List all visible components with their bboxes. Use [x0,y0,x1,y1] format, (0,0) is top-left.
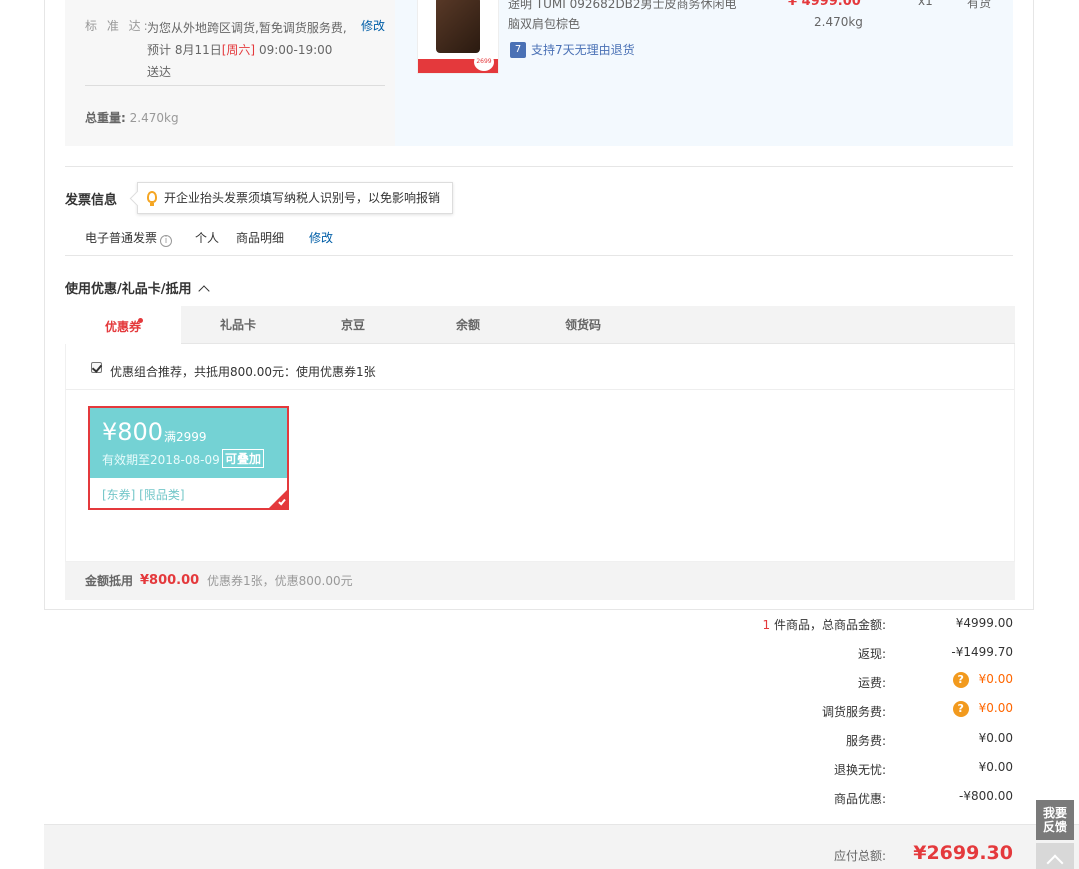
coupon-validity: 有效期至2018-08-09 [102,453,220,467]
service-fee-value: ¥0.00 [978,731,1013,745]
feedback-line-1: 我要 [1042,806,1067,820]
invoice-tip: 开企业抬头发票须填写纳税人识别号，以免影响报销 [137,182,454,214]
invoice-type: 电子普通发票 i [85,229,173,247]
discount-summary-amount: ¥800.00 [140,573,200,588]
product-quantity: x1 [918,0,933,8]
lightbulb-icon [147,191,157,206]
shipping-panel: 标 准 达: 为您从外地跨区调货,暂免调货服务费, 预计 8月11日[周六] 0… [65,0,395,146]
combo-recommendation: 优惠组合推荐，共抵用800.00元：使用优惠券1张 [110,365,376,379]
arrow-up-icon [1046,854,1064,869]
freight-label: 运费: [857,676,886,690]
combo-checkbox[interactable] [91,362,102,373]
seven-day-return-icon: 7 [510,42,526,58]
payable-amount: ¥2699.30 [913,842,1013,864]
feedback-button[interactable]: 我要 反馈 [1036,800,1074,840]
delivery-suffix: 送达 [147,65,172,79]
invoice-type-label: 电子普通发票 [85,231,158,245]
coupon-panel: 优惠组合推荐，共抵用800.00元：使用优惠券1张 ¥800 满2999 有效期… [65,344,1015,562]
invoice-content: 商品明细 [236,231,285,245]
discount-summary-desc: 优惠券1张，优惠800.00元 [207,574,353,588]
goods-total-text: 件商品，总商品金额: [773,618,886,632]
coupon-amount: ¥800 [102,418,164,446]
delivery-date: 预计 8月11日 [147,43,222,57]
stackable-badge: 可叠加 [222,449,265,468]
tab-pickup-code[interactable]: 领货码 [531,306,635,344]
edit-invoice-link[interactable]: 修改 [309,229,333,246]
product-panel: 2699 途明 TUMI 092682DB2男士皮商务休闲电脑双肩包棕色 ¥ 4… [395,0,1013,146]
info-icon[interactable]: i [160,235,173,247]
coupon-card[interactable]: ¥800 满2999 有效期至2018-08-09 可叠加 [东券] [限品类] [88,406,289,510]
chevron-up-icon [197,285,210,297]
divider [65,255,1013,256]
discount-summary: 金额抵用 ¥800.00 优惠券1张，优惠800.00元 [65,562,1015,600]
invoice-title: 发票信息 [65,193,118,208]
divider [66,389,1014,390]
transfer-fee-label: 调货服务费: [821,705,886,719]
product-discount-value: -¥800.00 [959,789,1013,803]
product-price: ¥ 4999.00 [788,0,861,9]
product-discount-label: 商品优惠: [833,792,886,806]
new-dot-icon [138,318,143,323]
product-image[interactable]: 2699 [417,0,499,74]
cashback-label: 返现: [857,647,886,661]
total-weight-value: 2.470kg [129,111,179,125]
total-weight: 总重量: 2.470kg [85,109,179,126]
tab-balance[interactable]: 余额 [415,306,521,344]
return-policy-link[interactable]: 支持7天无理由退货 [531,41,635,58]
coupon-card-header: ¥800 满2999 有效期至2018-08-09 可叠加 [90,408,287,478]
freight-amount: ¥0.00 [978,672,1013,686]
product-weight: 2.470kg [814,15,863,29]
feedback-line-2: 反馈 [1042,820,1067,834]
tab-coupon-label: 优惠券 [104,320,141,334]
cashback-value: -¥1499.70 [951,645,1013,659]
question-icon[interactable]: ? [952,672,969,688]
tab-gift-card[interactable]: 礼品卡 [185,306,291,344]
discount-tabs: 优惠券 礼品卡 京豆 余额 领货码 [65,306,1015,344]
edit-delivery-link[interactable]: 修改 [361,17,385,34]
worry-free-value: ¥0.00 [978,760,1013,774]
item-count: 1 [762,618,771,632]
tab-jd-beans[interactable]: 京豆 [301,306,405,344]
coupon-condition: 满2999 [164,430,207,444]
divider [85,85,385,86]
discount-section-title: 使用优惠/礼品卡/抵用 [65,282,192,297]
standard-delivery-text: 为您从外地跨区调货,暂免调货服务费, 预计 8月11日[周六] 09:00-19… [147,17,367,83]
discount-section-toggle[interactable]: 使用优惠/礼品卡/抵用 [65,278,210,297]
goods-total-label: 1 件商品，总商品金额: [586,616,886,633]
transfer-fee-amount: ¥0.00 [978,701,1013,715]
payable-bar: 应付总额: ¥2699.30 [44,824,1079,869]
goods-total-value: ¥4999.00 [955,616,1013,630]
invoice-header-type: 个人 [195,231,220,245]
total-weight-label: 总重量: [85,111,126,125]
delivery-weekday: [周六] [221,43,256,57]
price-badge: 2699 [474,53,494,71]
discount-summary-label: 金额抵用 [85,574,134,588]
coupon-tags: [东券] [限品类] [102,488,185,502]
payable-label: 应付总额: [833,849,886,863]
invoice-tip-text: 开企业抬头发票须填写纳税人识别号，以免影响报销 [164,191,441,205]
product-name[interactable]: 途明 TUMI 092682DB2男士皮商务休闲电脑双肩包棕色 [508,0,748,34]
back-to-top-button[interactable] [1036,843,1074,869]
question-icon[interactable]: ? [952,701,969,717]
tab-coupon[interactable]: 优惠券 [65,306,181,344]
product-stock: 有货 [967,0,992,10]
delivery-time: 09:00-19:00 [258,43,333,57]
delivery-note: 为您从外地跨区调货,暂免调货服务费, [147,21,347,35]
backpack-image [436,0,480,53]
service-fee-label: 服务费: [845,734,886,748]
freight-value: ? ¥0.00 [893,672,1013,688]
worry-free-label: 退换无忧: [833,763,886,777]
divider [65,166,1013,167]
standard-delivery-label: 标 准 达: [85,19,151,33]
transfer-fee-value: ? ¥0.00 [893,701,1013,717]
